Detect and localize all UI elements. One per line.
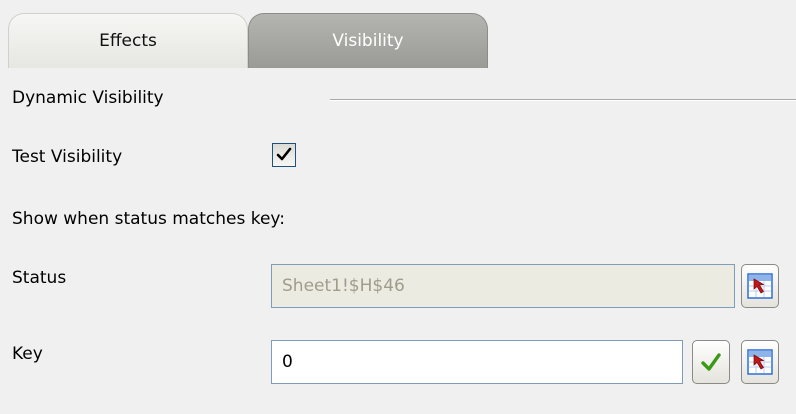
- cell-reference-picker-icon: [747, 273, 773, 299]
- status-label: Status: [12, 268, 67, 288]
- tab-effects-label: Effects: [99, 31, 157, 51]
- checkmark-icon: [276, 147, 292, 161]
- tab-visibility-label: Visibility: [332, 31, 404, 51]
- status-picker-button[interactable]: [741, 264, 779, 308]
- dynamic-visibility-heading: Dynamic Visibility: [12, 88, 164, 108]
- instruction-text: Show when status matches key:: [12, 209, 285, 229]
- status-field[interactable]: [271, 264, 735, 308]
- test-visibility-label: Test Visibility: [12, 147, 123, 167]
- key-confirm-button[interactable]: [692, 340, 730, 384]
- tab-bar: Effects Visibility: [0, 0, 796, 68]
- key-label: Key: [12, 344, 43, 364]
- test-visibility-checkbox[interactable]: [272, 143, 296, 167]
- cell-reference-picker-icon: [747, 349, 773, 375]
- green-check-icon: [701, 353, 721, 371]
- tab-visibility[interactable]: Visibility: [248, 13, 488, 68]
- section-divider: [330, 99, 796, 101]
- key-field[interactable]: [271, 340, 683, 384]
- tab-effects[interactable]: Effects: [8, 13, 248, 68]
- key-picker-button[interactable]: [741, 340, 779, 384]
